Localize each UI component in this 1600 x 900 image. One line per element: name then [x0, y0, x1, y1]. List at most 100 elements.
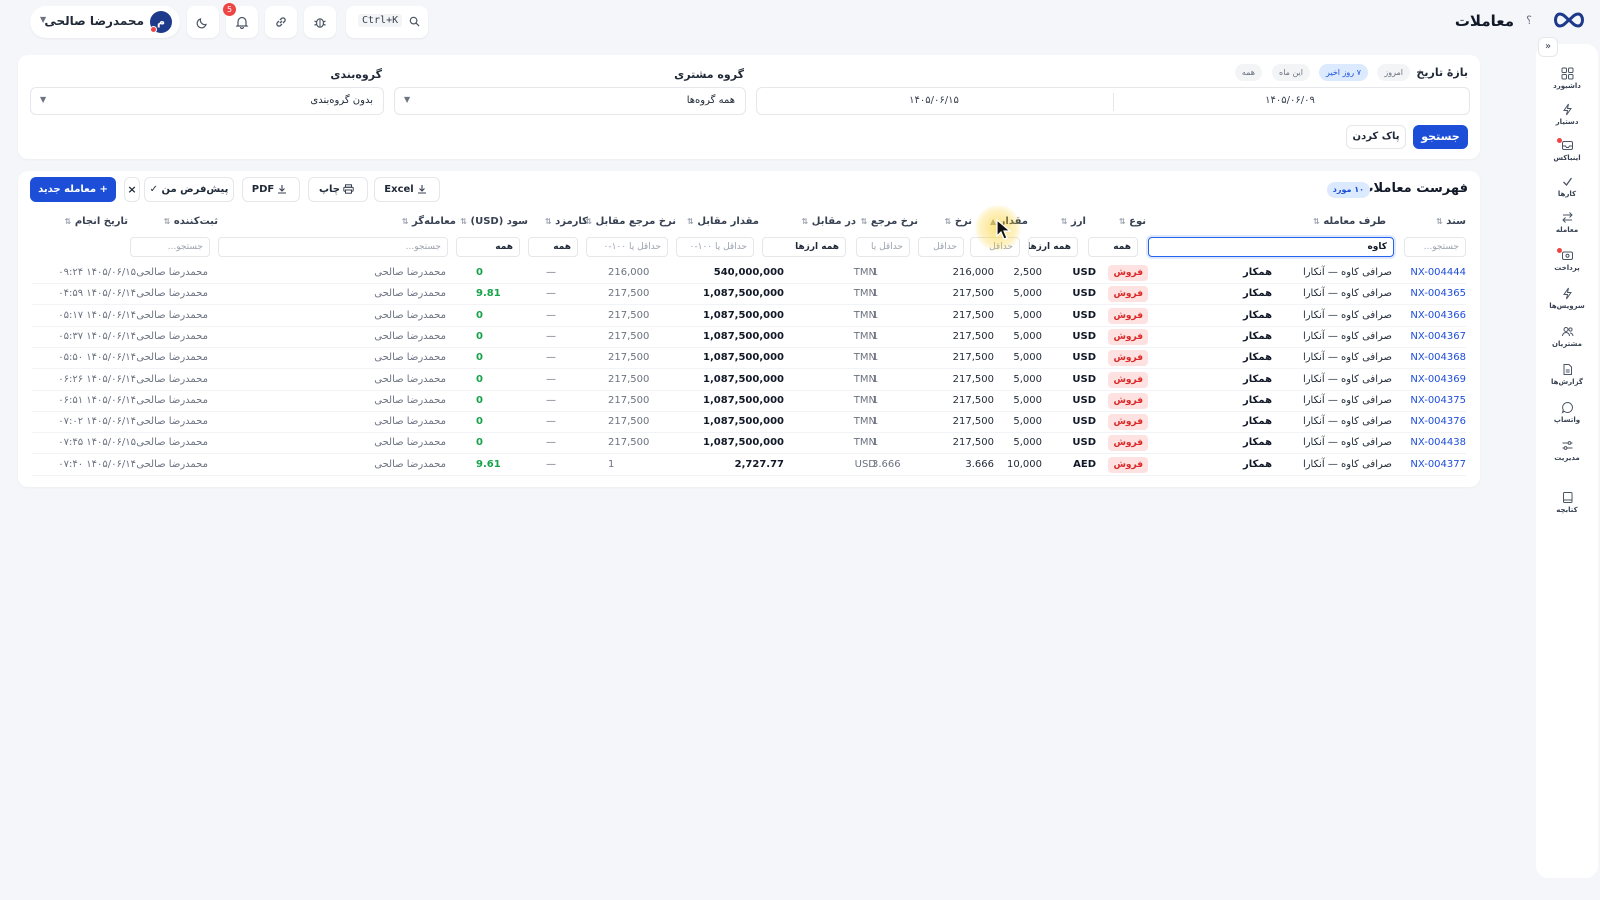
cell-doc[interactable]: NX-004365 [1410, 288, 1466, 299]
cell-registrar: محمدرضا صالحی [136, 267, 208, 278]
global-search-button[interactable]: Ctrl+K [346, 6, 428, 38]
column-header-type[interactable]: نوع ⇅ [1117, 216, 1146, 227]
cell-date: ۱۴۰۵/۰۶/۱۴ ۰۷:۰۲ [58, 416, 136, 428]
nav-dashboard[interactable]: داشبورد [1536, 66, 1598, 102]
export-excel-button[interactable]: Excel [374, 177, 440, 202]
date-preset-7days[interactable]: ۷ روز اخیر [1319, 64, 1368, 81]
notifications-button[interactable]: 5 [223, 3, 258, 38]
filter-currency-select[interactable]: همه ارزها [1028, 237, 1078, 257]
table-row[interactable]: NX-004367 صرافی کاوه — آنکارا همکار فروش USD… [32, 327, 1466, 348]
cell-doc[interactable]: NX-004376 [1410, 416, 1466, 427]
cell-registrar: محمدرضا صالحی [136, 437, 208, 449]
print-button[interactable]: چاپ [308, 177, 368, 202]
cell-counter-amount: 1,087,500,000 [703, 352, 784, 364]
cell-doc[interactable]: NX-004369 [1410, 374, 1466, 385]
filter-counter-amount-min[interactable]: حداقل یا ۱۰۰-۰ [676, 237, 754, 257]
table-row[interactable]: NX-004444 صرافی کاوه — آنکارا همکار فروش USD… [32, 263, 1466, 284]
filter-registrar-input[interactable]: جستجو... [130, 237, 210, 257]
grouping-select[interactable]: بدون گروه‌بندی ▼ [30, 87, 384, 115]
column-header-doc[interactable]: سند ⇅ [1434, 216, 1466, 227]
filter-counter-ref-rate-min[interactable]: حداقل یا ۱۰۰-۰ [586, 237, 668, 257]
filter-rate-min[interactable]: حداقل [918, 237, 964, 257]
date-preset-all[interactable]: همه [1234, 64, 1262, 81]
column-header-trader[interactable]: معامله‌گر ⇅ [400, 216, 456, 227]
cell-trader: محمدرضا صالحی [374, 352, 446, 364]
nav-reports[interactable]: گزارش‌ها [1536, 362, 1598, 398]
cell-counter-ref-rate: 217,500 [608, 352, 650, 364]
type-badge: فروش [1108, 286, 1148, 303]
help-icon[interactable]: ؟ [1522, 13, 1536, 29]
table-row[interactable]: NX-004365 صرافی کاوه — آنکارا همکار فروش USD… [32, 284, 1466, 306]
cell-fee: — [546, 267, 556, 278]
date-from-field[interactable]: ۱۴۰۵/۰۶/۰۹ [1112, 87, 1468, 115]
column-header-date[interactable]: تاریخ انجام ⇅ [63, 216, 128, 227]
nav-payment[interactable]: پرداخت [1536, 248, 1598, 284]
search-button[interactable]: جستجو [1413, 125, 1468, 149]
filter-doc-input[interactable]: جستجو... [1404, 237, 1466, 257]
nav-assistant[interactable]: دستیار [1536, 102, 1598, 138]
cell-doc[interactable]: NX-004377 [1410, 459, 1466, 470]
cell-doc[interactable]: NX-004438 [1410, 437, 1466, 448]
nav-trade[interactable]: معامله [1536, 210, 1598, 246]
column-header-ref-rate[interactable]: نرخ مرجع ⇅ [859, 216, 918, 227]
close-view-button[interactable]: × [124, 177, 140, 202]
cell-rate: 3.666 [965, 458, 994, 470]
table-row[interactable]: NX-004438 صرافی کاوه — آنکارا همکار فروش USD… [32, 433, 1466, 455]
column-header-profit[interactable]: سود (USD) ⇅ [458, 216, 528, 227]
table-row[interactable]: NX-004369 صرافی کاوه — آنکارا همکار فروش USD… [32, 370, 1466, 391]
table-row[interactable]: NX-004366 صرافی کاوه — آنکارا همکار فروش USD… [32, 306, 1466, 327]
filter-ref-rate-min[interactable]: حداقل یا [856, 237, 910, 257]
cell-doc[interactable]: NX-004366 [1410, 310, 1466, 321]
column-header-fee[interactable]: کارمزد ⇅ [543, 216, 588, 227]
grouping-label: گروه‌بندی [330, 68, 382, 81]
nav-services[interactable]: سرویس‌ها [1536, 286, 1598, 322]
nav-inbox[interactable]: اینباکس [1536, 138, 1598, 174]
nav-whatsapp[interactable]: واتساپ [1536, 400, 1598, 436]
date-preset-today[interactable]: امروز [1377, 64, 1410, 81]
cell-counter-currency: TMN [853, 267, 876, 278]
link-button[interactable] [265, 6, 297, 38]
nav-admin[interactable]: مدیریت [1536, 438, 1598, 474]
column-header-currency[interactable]: ارز ⇅ [1059, 216, 1086, 227]
column-header-rate[interactable]: نرخ ⇅ [943, 216, 972, 227]
column-header-counter-currency[interactable]: در مقابل ⇅ [800, 216, 856, 227]
brand-logo[interactable] [1552, 10, 1586, 30]
nav-customers[interactable]: مشتریان [1536, 324, 1598, 360]
filter-type-select[interactable]: همه [1088, 237, 1138, 257]
default-view-button[interactable]: پیش‌فرض من ✓ [144, 177, 234, 202]
column-header-party[interactable]: طرف معامله ⇅ [1311, 216, 1386, 227]
dark-mode-toggle[interactable] [187, 6, 219, 38]
cell-doc[interactable]: NX-004368 [1410, 352, 1466, 363]
filter-trader-input[interactable]: جستجو... [218, 237, 448, 257]
cell-doc[interactable]: NX-004367 [1410, 331, 1466, 342]
column-header-counter-ref-rate[interactable]: نرخ مرجع مقابل ⇅ [583, 216, 676, 227]
user-menu[interactable]: م محمدرضا صالحی ▼ [30, 6, 180, 38]
cell-amount: 2,500 [1013, 267, 1042, 278]
clear-button[interactable]: پاک کردن [1346, 125, 1406, 149]
date-to-field[interactable]: ۱۴۰۵/۰۶/۱۵ [756, 87, 1112, 115]
chat-icon [1561, 401, 1573, 414]
table-row[interactable]: NX-004377 صرافی کاوه — آنکارا همکار فروش AED… [32, 455, 1466, 476]
nav-tasks[interactable]: کارها [1536, 174, 1598, 210]
sidebar-collapse-button[interactable]: » [1538, 37, 1558, 57]
new-deal-button[interactable]: + معامله جدید [30, 177, 116, 202]
table-row[interactable]: NX-004368 صرافی کاوه — آنکارا همکار فروش USD… [32, 348, 1466, 370]
cell-doc[interactable]: NX-004444 [1410, 267, 1466, 278]
customer-group-select[interactable]: همه گروه‌ها ▼ [394, 87, 746, 115]
column-header-registrar[interactable]: ثبت‌کننده ⇅ [162, 216, 218, 227]
column-header-counter-amount[interactable]: مقدار مقابل ⇅ [685, 216, 759, 227]
date-preset-this-month[interactable]: این ماه [1272, 64, 1310, 81]
table-row[interactable]: NX-004376 صرافی کاوه — آنکارا همکار فروش USD… [32, 412, 1466, 434]
filter-amount-min[interactable]: حداقل [970, 237, 1020, 257]
table-row[interactable]: NX-004375 صرافی کاوه — آنکارا همکار فروش USD… [32, 391, 1466, 412]
cell-doc[interactable]: NX-004375 [1410, 395, 1466, 406]
bug-icon [314, 18, 326, 28]
bug-report-button[interactable] [304, 6, 336, 38]
cell-fee: — [546, 458, 556, 470]
filter-fee-select[interactable]: همه [528, 237, 578, 257]
filter-counter-currency-select[interactable]: همه ارزها [762, 237, 846, 257]
filter-profit-select[interactable]: همه [456, 237, 520, 257]
export-pdf-button[interactable]: PDF [242, 177, 300, 202]
filter-party-input[interactable]: کاوه [1148, 237, 1394, 257]
nav-handbook[interactable]: کتابچه [1536, 490, 1598, 526]
